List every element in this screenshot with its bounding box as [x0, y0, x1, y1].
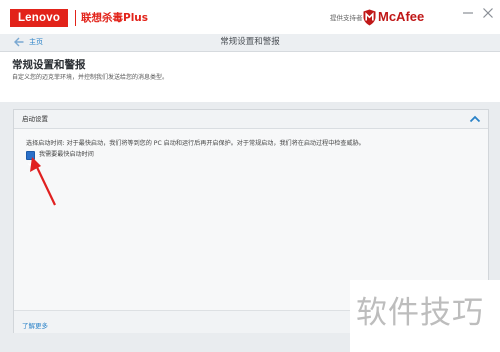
- title-bar: Lenovo 联想杀毒Plus 提供支持者 McAfee: [0, 0, 500, 34]
- startup-description: 选择启动时间: 对于最快启动，我们将等到您的 PC 启动和运行后再开启保护。对于…: [26, 140, 365, 147]
- product-name: 联想杀毒Plus: [81, 12, 149, 24]
- nav-bar: 主页 常规设置和警报: [0, 34, 500, 52]
- learn-more-link[interactable]: 了解更多: [22, 322, 48, 331]
- nav-title: 常规设置和警报: [220, 37, 280, 47]
- panel-title: 启动设置: [22, 115, 48, 123]
- page-header: 常规设置和警报 自定义您的迈克菲环境，并控制我们发送给您的消息类型。: [0, 52, 500, 102]
- logo-divider: [75, 10, 76, 26]
- provided-by-label: 提供支持者: [330, 14, 363, 22]
- page-title: 常规设置和警报: [12, 59, 86, 71]
- checkmark-icon: [27, 161, 34, 167]
- watermark: 软件技巧: [350, 280, 500, 352]
- panel-header[interactable]: 启动设置: [14, 110, 488, 129]
- fast-startup-label: 我需要最快启动时间: [39, 151, 94, 158]
- close-icon[interactable]: [481, 6, 495, 20]
- mcafee-shield-icon: [363, 9, 376, 26]
- mcafee-logo: McAfee: [378, 9, 425, 24]
- page-subtitle: 自定义您的迈克菲环境，并控制我们发送给您的消息类型。: [12, 74, 169, 81]
- fast-startup-checkbox[interactable]: [26, 151, 35, 167]
- chevron-up-icon[interactable]: [469, 114, 481, 124]
- minimize-icon[interactable]: [461, 6, 475, 20]
- lenovo-logo: Lenovo: [10, 9, 68, 27]
- watermark-text: 软件技巧: [356, 295, 484, 331]
